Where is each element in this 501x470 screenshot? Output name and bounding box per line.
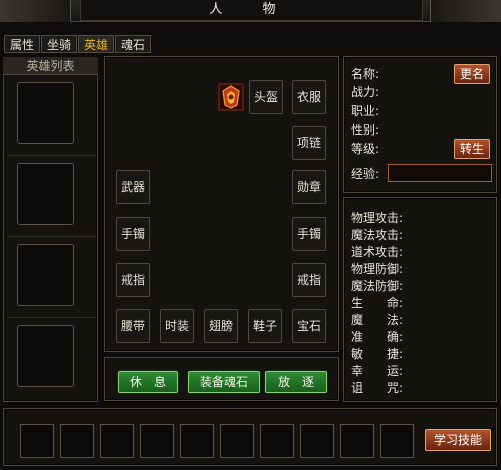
helmet-slot[interactable]: 头盔 <box>249 80 283 114</box>
stat-curse: 诅 咒: <box>351 381 404 395</box>
skill-slot-2[interactable] <box>60 424 94 458</box>
title-ornament-right <box>430 0 501 22</box>
gem-slot[interactable]: 宝石 <box>292 309 326 343</box>
rebirth-button[interactable]: 转生 <box>454 139 490 159</box>
job-label: 职业: <box>351 104 380 118</box>
weapon-slot[interactable]: 武器 <box>116 170 150 204</box>
hero-list-panel <box>3 57 98 402</box>
skill-slot-4[interactable] <box>140 424 174 458</box>
dismiss-button[interactable]: 放 逐 <box>265 371 327 393</box>
skill-slot-1[interactable] <box>20 424 54 458</box>
hero-slot-2[interactable] <box>17 163 74 225</box>
clothes-slot[interactable]: 衣服 <box>292 80 326 114</box>
stat-magic-attack: 魔法攻击: <box>351 228 404 242</box>
medal-slot[interactable]: 勋章 <box>292 170 326 204</box>
stat-luck: 幸 运: <box>351 364 404 378</box>
bracelet-right-slot[interactable]: 手镯 <box>292 217 326 251</box>
rename-button[interactable]: 更名 <box>454 64 490 84</box>
equip-soulstone-button[interactable]: 装备魂石 <box>188 371 260 393</box>
tab-bar: 属性 坐骑 英雄 魂石 <box>4 35 152 53</box>
equipment-panel: 头盔 衣服 项链 武器 勋章 手镯 手镯 戒指 戒指 腰带 时装 翅膀 鞋子 宝… <box>104 56 339 352</box>
hero-slot-4[interactable] <box>17 325 74 387</box>
tab-mount[interactable]: 坐骑 <box>41 35 78 53</box>
stat-physical-attack: 物理攻击: <box>351 211 404 225</box>
tab-hero[interactable]: 英雄 <box>78 35 115 53</box>
shoes-slot[interactable]: 鞋子 <box>248 309 282 343</box>
skill-slot-7[interactable] <box>260 424 294 458</box>
exp-bar <box>388 164 492 182</box>
necklace-slot[interactable]: 项链 <box>292 126 326 160</box>
wings-slot[interactable]: 翅膀 <box>204 309 238 343</box>
skill-slot-3[interactable] <box>100 424 134 458</box>
skill-slot-5[interactable] <box>180 424 214 458</box>
fashion-slot[interactable]: 时装 <box>160 309 194 343</box>
ring-left-slot[interactable]: 戒指 <box>116 263 150 297</box>
power-label: 战力: <box>351 85 380 99</box>
stat-magic-defense: 魔法防御: <box>351 279 404 293</box>
hero-slot-1[interactable] <box>17 82 74 144</box>
stat-hp: 生 命: <box>351 296 404 310</box>
stat-physical-defense: 物理防御: <box>351 262 404 276</box>
gender-label: 性别: <box>351 123 380 137</box>
belt-slot[interactable]: 腰带 <box>116 309 150 343</box>
hero-list-title: 英雄列表 <box>3 57 98 75</box>
action-bar: 休 息 装备魂石 放 逐 <box>104 357 339 401</box>
stats-panel: 物理攻击: 魔法攻击: 道术攻击: 物理防御: 魔法防御: 生 命: 魔 法: … <box>343 197 497 402</box>
learn-skill-button[interactable]: 学习技能 <box>425 429 491 451</box>
bracelet-left-slot[interactable]: 手镯 <box>116 217 150 251</box>
rest-button[interactable]: 休 息 <box>118 371 178 393</box>
stat-taoist-attack: 道术攻击: <box>351 245 404 259</box>
skill-slot-10[interactable] <box>380 424 414 458</box>
hero-info-panel: 名称: 更名 战力: 职业: 性别: 等级: 转生 经验: <box>343 56 497 193</box>
hero-slot-3[interactable] <box>17 244 74 306</box>
level-label: 等级: <box>351 142 380 156</box>
window-title: 人 物 <box>80 0 423 21</box>
stat-mp: 魔 法: <box>351 313 404 327</box>
skill-slot-9[interactable] <box>340 424 374 458</box>
stat-agility: 敏 捷: <box>351 347 404 361</box>
divider <box>7 236 96 237</box>
ring-right-slot[interactable]: 戒指 <box>292 263 326 297</box>
hero-emblem-icon <box>218 83 244 111</box>
tab-soulstone[interactable]: 魂石 <box>115 35 152 53</box>
title-ornament-left <box>0 0 71 22</box>
divider <box>7 155 96 156</box>
skill-slot-6[interactable] <box>220 424 254 458</box>
title-bar: 人 物 <box>0 0 501 22</box>
skill-slot-8[interactable] <box>300 424 334 458</box>
divider <box>7 317 96 318</box>
stat-accuracy: 准 确: <box>351 330 404 344</box>
name-label: 名称: <box>351 67 380 81</box>
tab-attributes[interactable]: 属性 <box>4 35 41 53</box>
skill-bar: 学习技能 <box>3 408 497 466</box>
exp-label: 经验: <box>351 167 380 181</box>
